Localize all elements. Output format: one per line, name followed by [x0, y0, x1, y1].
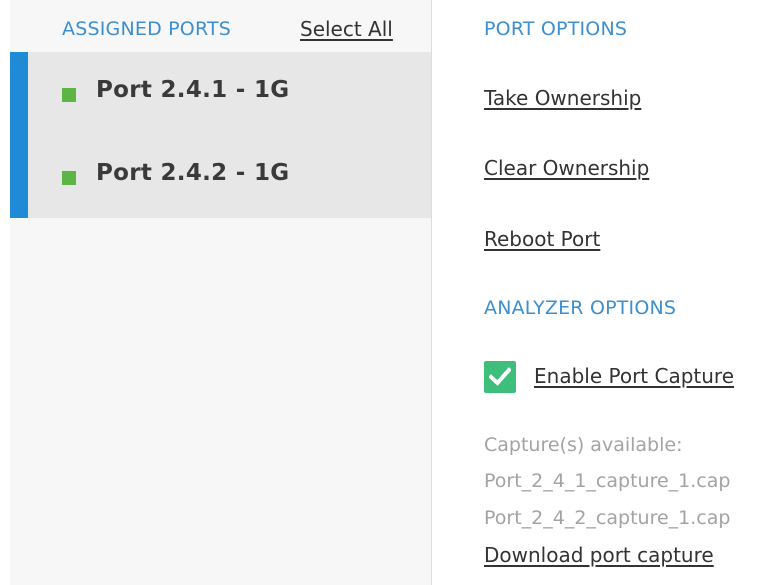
capture-file-name: Port_2_4_2_capture_1.cap — [484, 507, 731, 529]
options-panel: PORT OPTIONS Take Ownership Clear Owners… — [432, 0, 775, 585]
selection-accent-bar — [10, 52, 28, 218]
clear-ownership-link[interactable]: Clear Ownership — [484, 156, 649, 180]
assigned-ports-header: ASSIGNED PORTS Select All — [10, 0, 431, 52]
port-label: Port 2.4.2 - 1G — [96, 160, 290, 186]
enable-port-capture-checkbox[interactable] — [484, 361, 516, 393]
reboot-port-link[interactable]: Reboot Port — [484, 227, 600, 251]
assigned-ports-panel: ASSIGNED PORTS Select All Port 2.4.1 - 1… — [10, 0, 431, 585]
assigned-ports-title: ASSIGNED PORTS — [62, 18, 232, 40]
capture-file-name: Port_2_4_1_capture_1.cap — [484, 470, 731, 492]
port-list-item[interactable]: Port 2.4.1 - 1G — [28, 52, 431, 135]
port-options-title: PORT OPTIONS — [484, 18, 628, 40]
port-status-indicator — [62, 171, 76, 185]
select-all-link[interactable]: Select All — [300, 17, 393, 41]
port-status-indicator — [62, 88, 76, 102]
port-list-item[interactable]: Port 2.4.2 - 1G — [28, 135, 431, 218]
port-management-panel: ASSIGNED PORTS Select All Port 2.4.1 - 1… — [0, 0, 775, 585]
assigned-ports-list: Port 2.4.1 - 1G Port 2.4.2 - 1G — [10, 52, 431, 218]
port-label: Port 2.4.1 - 1G — [96, 77, 290, 103]
checkmark-icon — [489, 367, 511, 386]
analyzer-options-title: ANALYZER OPTIONS — [484, 297, 677, 319]
enable-port-capture-label[interactable]: Enable Port Capture — [534, 364, 734, 388]
take-ownership-link[interactable]: Take Ownership — [484, 86, 641, 110]
captures-available-heading: Capture(s) available: — [484, 434, 683, 456]
download-port-capture-link[interactable]: Download port capture — [484, 543, 714, 567]
